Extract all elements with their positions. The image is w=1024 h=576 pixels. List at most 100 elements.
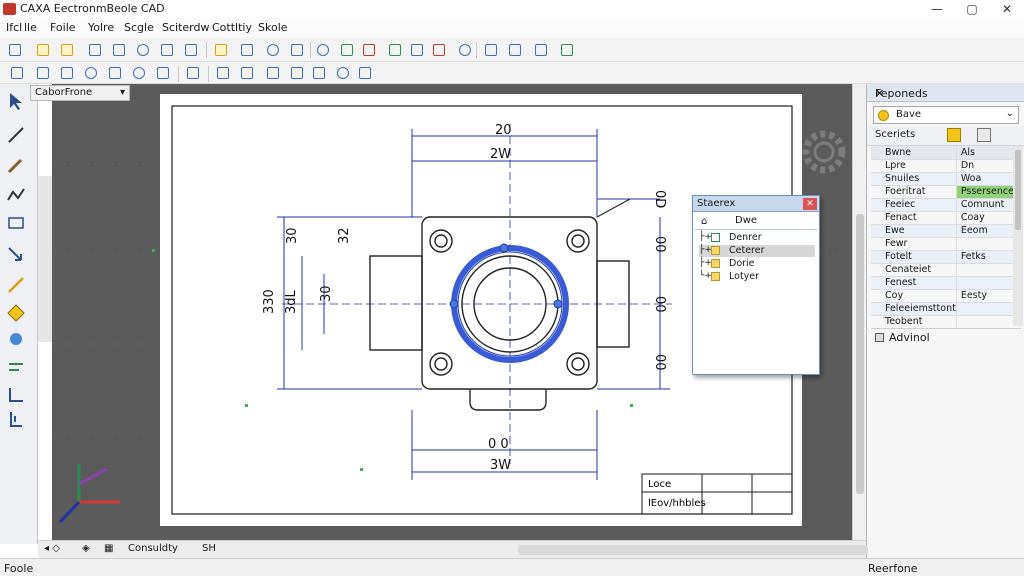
sphere-icon[interactable] (334, 64, 352, 82)
property-value-cell[interactable]: Dn (955, 159, 1014, 173)
diamond-icon[interactable] (5, 302, 31, 324)
table-row[interactable]: Snuiles Woa (871, 172, 1014, 186)
bracket-icon[interactable] (5, 408, 31, 430)
target-icon[interactable] (82, 64, 100, 82)
menu-item-1[interactable]: Ifcl (6, 21, 22, 34)
line-type-icon[interactable] (482, 41, 500, 59)
insert-icon[interactable] (238, 64, 256, 82)
collapse-icon[interactable] (875, 333, 884, 342)
tag-icon[interactable] (5, 328, 31, 350)
properties-scrollbar[interactable] (1013, 146, 1023, 326)
cursor-icon[interactable] (5, 90, 31, 112)
menu-item-4[interactable]: Yolre (88, 21, 114, 34)
tree-item-2[interactable]: ├+ Ceterer (699, 245, 815, 257)
trim-icon[interactable] (5, 274, 31, 296)
table-row[interactable]: Fenest (871, 276, 1014, 290)
rectangle-icon[interactable] (58, 64, 76, 82)
tab-layout-1[interactable]: Consuldty (128, 543, 178, 554)
pan-icon[interactable] (158, 41, 176, 59)
find-icon[interactable] (314, 41, 332, 59)
table-row[interactable]: Foeritrat Pssersence (871, 185, 1014, 199)
table-row[interactable]: Fewr (871, 237, 1014, 251)
property-value-cell[interactable]: Coay (955, 211, 1014, 225)
line-tool-icon[interactable] (5, 124, 31, 146)
table-row[interactable]: Ewe Eeom (871, 224, 1014, 238)
corner-icon[interactable] (5, 384, 31, 406)
cut-icon[interactable] (238, 41, 256, 59)
close-button[interactable]: ✕ (990, 0, 1024, 18)
grid-view-icon[interactable]: ▦ (104, 543, 113, 554)
polyline-icon[interactable] (5, 184, 31, 206)
align-icon[interactable] (184, 64, 202, 82)
table-row[interactable]: Feleeiemsttont (871, 302, 1014, 316)
property-value-cell[interactable] (955, 263, 1014, 277)
tree-item-1[interactable]: ├+ Denrer (699, 232, 815, 244)
search-icon[interactable] (264, 41, 282, 59)
paste-icon[interactable] (212, 41, 230, 59)
property-value-cell[interactable]: Comnunt (955, 198, 1014, 212)
menu-item-2[interactable]: lle (24, 21, 37, 34)
pen-tool-icon[interactable] (558, 41, 576, 59)
tree-item-3[interactable]: ├+ Dorie (699, 258, 815, 270)
table-row[interactable]: Lpre Dn (871, 159, 1014, 173)
tree-item-4[interactable]: └+ Lotyer (699, 271, 815, 283)
frame-icon[interactable] (310, 64, 328, 82)
pencil-icon[interactable] (5, 154, 31, 176)
grid-icon[interactable] (408, 41, 426, 59)
layer-color-icon[interactable] (360, 41, 378, 59)
table-row[interactable]: Teobent (871, 315, 1014, 329)
open-file-icon[interactable] (34, 41, 52, 59)
table-row[interactable]: Fenact Coay (871, 211, 1014, 225)
properties-close-button[interactable]: ✕ (875, 87, 1019, 100)
maximize-button[interactable]: ▢ (955, 0, 989, 18)
offset-icon[interactable] (5, 358, 31, 380)
axis-icon[interactable] (154, 64, 172, 82)
minimize-button[interactable]: — (920, 0, 954, 18)
menu-item-6[interactable]: Sciterdw (162, 21, 209, 34)
layout-view-icon[interactable]: ◈ (82, 543, 90, 554)
property-value-cell[interactable] (955, 237, 1014, 251)
canvas-horizontal-scrollbar[interactable] (518, 545, 868, 555)
zoom-extents-icon[interactable] (456, 41, 474, 59)
dimension-icon[interactable] (356, 64, 374, 82)
measure-icon[interactable] (430, 41, 448, 59)
tray-icon[interactable] (34, 64, 52, 82)
menu-item-5[interactable]: Scgle (124, 21, 154, 34)
print-icon[interactable] (110, 41, 128, 59)
arrow-tool-icon[interactable] (5, 244, 31, 266)
property-value-cell[interactable] (955, 315, 1014, 329)
save-icon[interactable] (86, 41, 104, 59)
table-icon[interactable] (264, 64, 282, 82)
nav-arrows-icon[interactable]: ◂ ◇ (44, 543, 60, 554)
snap-icon[interactable] (338, 41, 356, 59)
property-value-cell[interactable]: Eeom (955, 224, 1014, 238)
move-icon[interactable] (8, 64, 26, 82)
property-value-cell[interactable]: Pssersence (955, 185, 1014, 199)
property-value-cell[interactable]: Fetks (955, 250, 1014, 264)
home-icon[interactable]: ⌂ (701, 216, 707, 227)
table-row[interactable]: Fotelt Fetks (871, 250, 1014, 264)
property-value-cell[interactable]: Woa (955, 172, 1014, 186)
copy-icon[interactable] (182, 41, 200, 59)
property-value-cell[interactable]: Eesty (955, 289, 1014, 303)
object-selector-dropdown[interactable]: Bave ⌄ (873, 106, 1019, 124)
advanced-section[interactable]: Advinol (871, 328, 1021, 344)
table-row[interactable]: Coy Eesty (871, 289, 1014, 303)
floating-panel-header[interactable]: Staerex ✕ (693, 196, 819, 212)
select-icon[interactable] (106, 64, 124, 82)
menu-item-3[interactable]: Foile (50, 21, 76, 34)
tab-layout-2[interactable]: SH (202, 543, 216, 554)
menu-item-8[interactable]: Skole (258, 21, 288, 34)
ortho-icon[interactable] (506, 41, 524, 59)
hatch-icon[interactable] (5, 212, 31, 234)
floating-panel-close-button[interactable]: ✕ (803, 198, 817, 210)
menu-item-7[interactable]: Cottltiy (212, 21, 252, 34)
new-file-icon[interactable] (6, 41, 24, 59)
open-folder-icon[interactable] (58, 41, 76, 59)
quick-select-icon[interactable] (947, 128, 961, 142)
layers-icon[interactable] (288, 41, 306, 59)
zoom-icon[interactable] (134, 41, 152, 59)
crosshair-icon[interactable] (532, 41, 550, 59)
toggle-icon[interactable] (977, 128, 991, 142)
canvas-vertical-scrollbar[interactable] (852, 84, 866, 544)
